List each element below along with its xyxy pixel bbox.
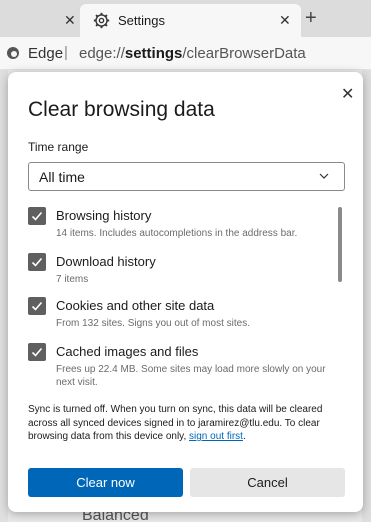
item-title: Cached images and files	[56, 344, 199, 359]
time-range-value: All time	[39, 169, 85, 185]
tab-settings[interactable]: Settings ✕	[80, 4, 301, 37]
checkbox-browsing-history[interactable]	[28, 207, 46, 225]
address-separator: |	[64, 44, 68, 61]
checkmark-icon	[31, 211, 43, 221]
data-type-list[interactable]: Browsing history 14 items. Includes auto…	[28, 202, 338, 387]
sign-out-link[interactable]: sign out first	[189, 431, 243, 442]
sync-note: Sync is turned off. When you turn on syn…	[28, 404, 323, 442]
gear-icon	[93, 12, 110, 29]
settings-right-edge	[362, 70, 371, 522]
edge-label: Edge	[28, 45, 64, 62]
dialog-title: Clear browsing data	[28, 98, 215, 121]
clear-browsing-data-dialog: ✕ Clear browsing data Time range All tim…	[8, 72, 363, 512]
list-scrollbar[interactable]	[338, 207, 342, 282]
item-desc: 7 items	[56, 274, 89, 285]
close-tab-icon[interactable]: ✕	[279, 12, 291, 29]
address-bar[interactable]: Edge | edge://settings/clearBrowserData	[0, 37, 371, 70]
item-desc: From 132 sites. Signs you out of most si…	[56, 318, 250, 329]
item-title: Download history	[56, 254, 156, 269]
close-tab-icon[interactable]: ✕	[64, 12, 76, 29]
tab-strip: ✕ Settings ✕ +	[0, 0, 371, 37]
item-title: Cookies and other site data	[56, 298, 215, 313]
tab-title: Settings	[118, 13, 165, 28]
time-range-label: Time range	[28, 140, 89, 154]
checkbox-download-history[interactable]	[28, 253, 46, 271]
item-title: Browsing history	[56, 208, 152, 223]
item-desc: 14 items. Includes autocompletions in th…	[56, 228, 298, 239]
new-tab-icon[interactable]: +	[305, 8, 317, 28]
close-icon[interactable]: ✕	[341, 84, 354, 104]
clear-now-button[interactable]: Clear now	[28, 468, 183, 497]
checkmark-icon	[31, 257, 43, 267]
time-range-select[interactable]: All time	[28, 162, 345, 191]
checkmark-icon	[31, 347, 43, 357]
chevron-down-icon	[319, 173, 329, 179]
checkbox-cached-files[interactable]	[28, 343, 46, 361]
url-text[interactable]: edge://settings/clearBrowserData	[79, 45, 306, 62]
settings-sidebar-edge	[0, 70, 8, 522]
item-desc: Frees up 22.4 MB. Some sites may load mo…	[56, 364, 326, 387]
checkbox-cookies[interactable]	[28, 297, 46, 315]
checkmark-icon	[31, 301, 43, 311]
cancel-button[interactable]: Cancel	[190, 468, 345, 497]
edge-logo-icon	[7, 47, 19, 59]
